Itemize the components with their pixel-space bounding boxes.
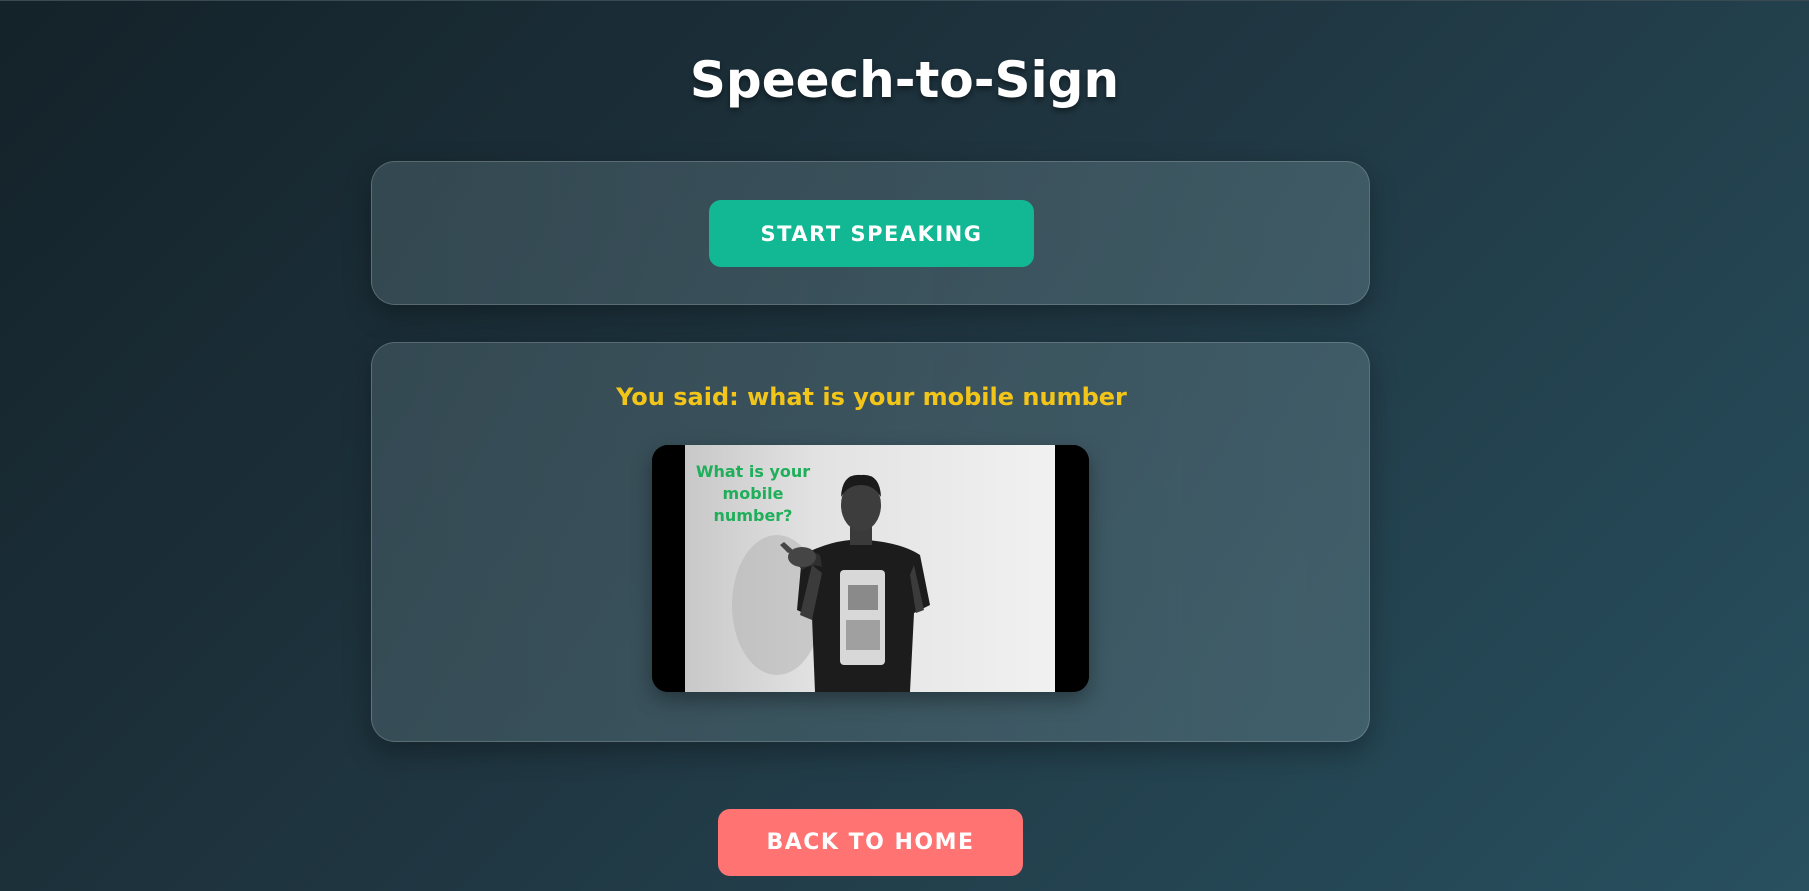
window-top-border [0,0,1809,1]
video-caption-line-3: number? [714,506,793,525]
controls-card: START SPEAKING [371,161,1370,305]
sign-video-frame: What is your mobile number? [652,445,1089,692]
result-card: You said: what is your mobile number Wha… [371,342,1370,742]
sign-language-video[interactable]: What is your mobile number? [652,445,1089,692]
back-to-home-button[interactable]: BACK TO HOME [718,809,1023,876]
recognized-speech-text: You said: what is your mobile number [616,383,1127,411]
video-caption-line-1: What is your [696,462,810,481]
video-caption-line-2: mobile [723,484,784,503]
page-title: Speech-to-Sign [689,51,1120,109]
start-speaking-button[interactable]: START SPEAKING [709,200,1034,267]
